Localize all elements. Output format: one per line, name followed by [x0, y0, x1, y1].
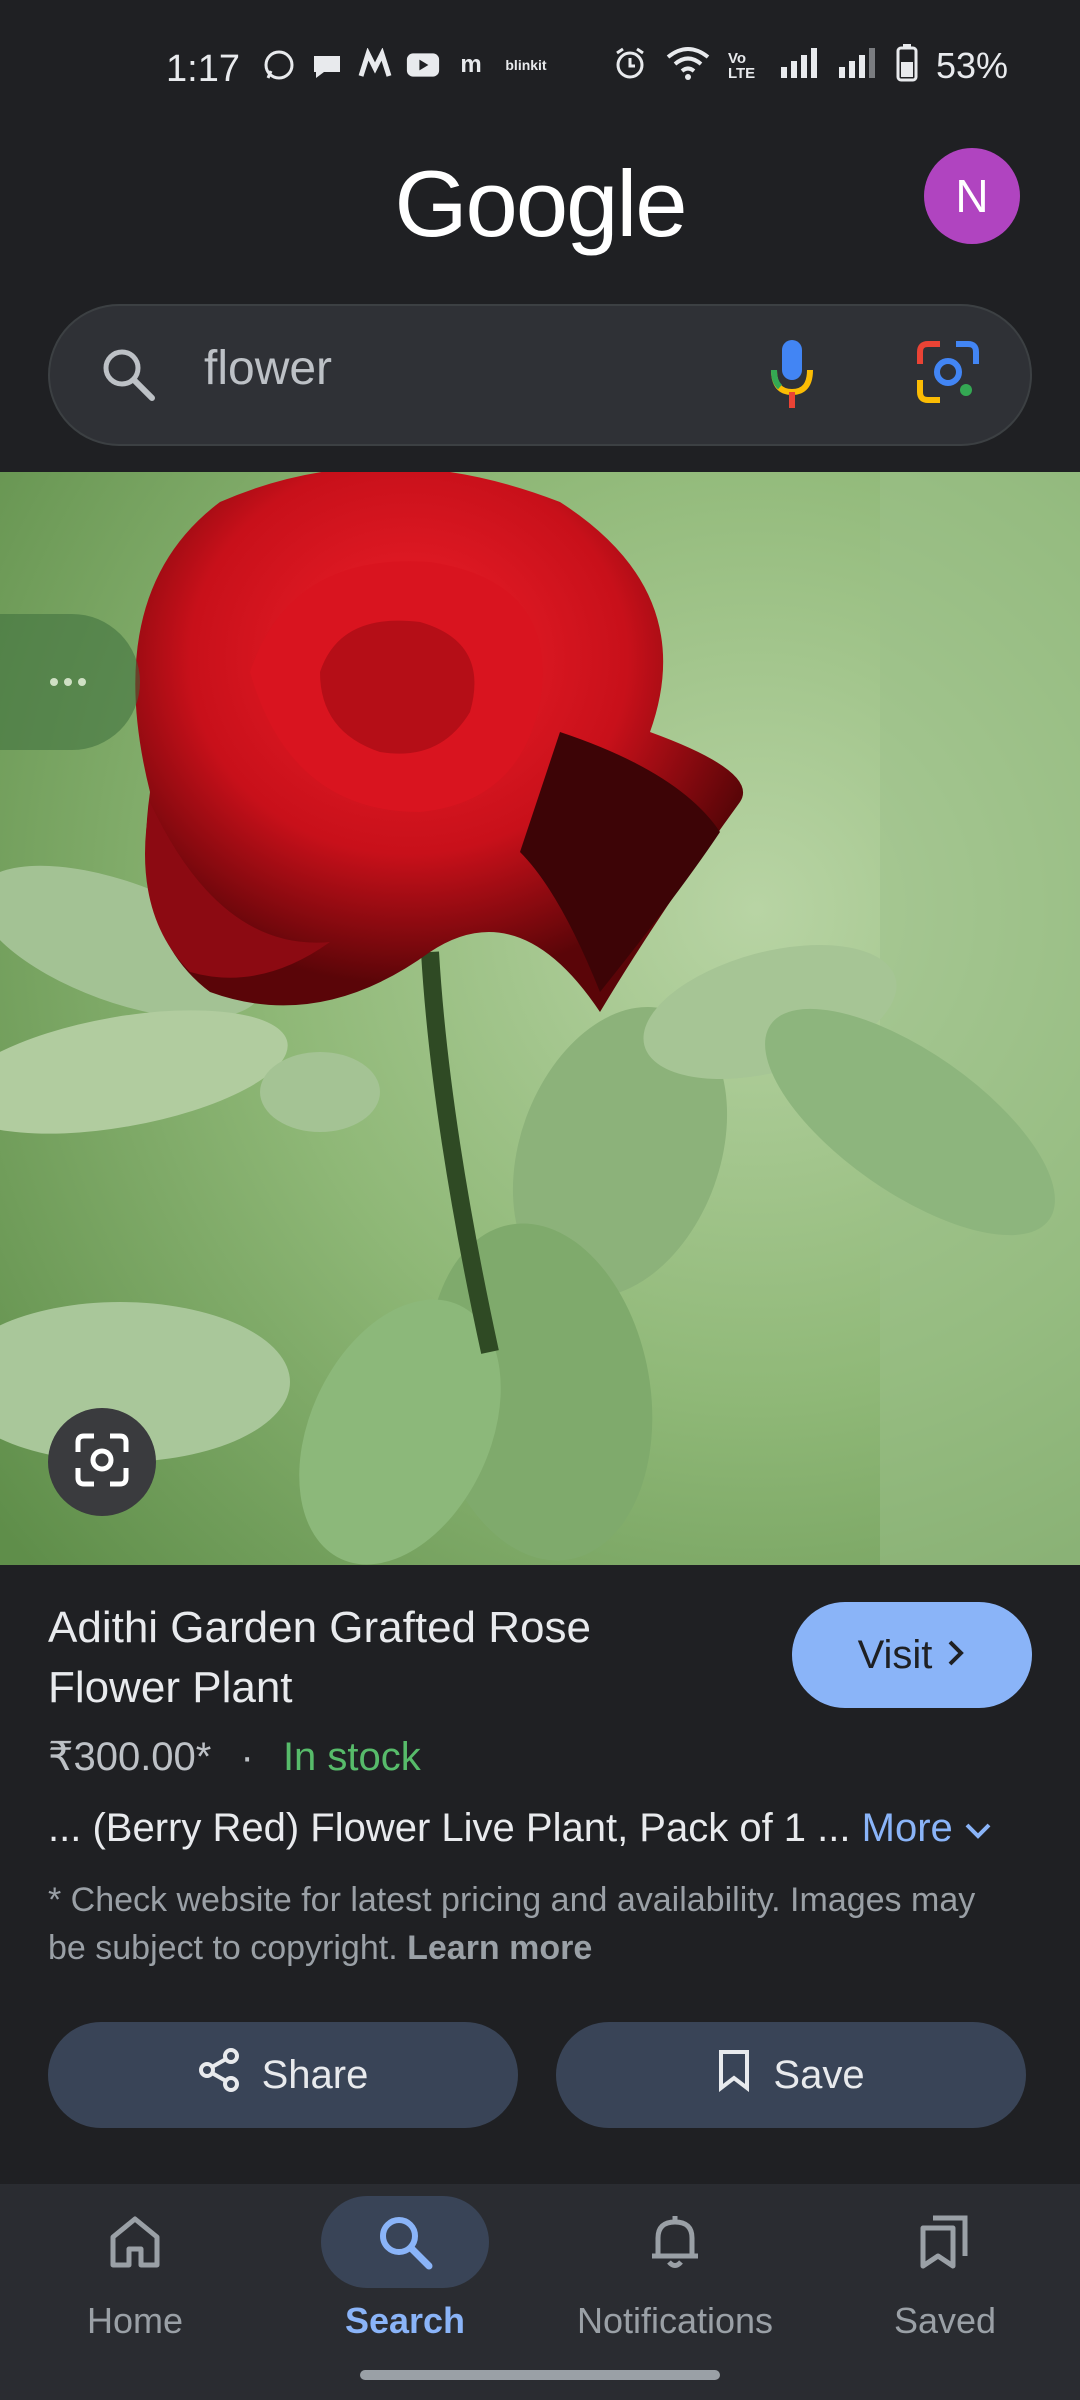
search-input[interactable]: [202, 340, 806, 397]
signal-icon: [780, 47, 820, 84]
battery-percent: 53%: [935, 44, 1008, 86]
nav-home-label: Home: [86, 2300, 184, 2341]
bottom-navigation: Home Search Notifications Saved: [0, 2184, 1080, 2400]
nav-search[interactable]: Search: [270, 2184, 540, 2400]
product-image[interactable]: [0, 472, 1080, 1565]
image-more-chip[interactable]: [0, 614, 140, 750]
google-lens-icon[interactable]: [916, 340, 980, 409]
google-logo[interactable]: Google: [0, 150, 1080, 258]
search-icon: [321, 2196, 489, 2288]
learn-more-link[interactable]: Learn more: [407, 1929, 592, 1967]
stock-status: In stock: [282, 1735, 421, 1779]
share-icon: [198, 2048, 240, 2102]
status-indicators: Vo LTE 53%: [612, 44, 1008, 87]
nav-notifications-label: Notifications: [576, 2300, 774, 2341]
nav-saved[interactable]: Saved: [810, 2184, 1080, 2400]
share-label: Share: [261, 2052, 369, 2097]
whatsapp-icon: [262, 48, 296, 82]
bell-icon: [591, 2196, 759, 2288]
more-link[interactable]: More: [862, 1806, 992, 1850]
nav-search-label: Search: [344, 2300, 466, 2341]
separator-dot: ·: [240, 1735, 254, 1779]
bookmark-icon: [717, 2048, 751, 2102]
battery-icon: [896, 44, 918, 87]
chevron-down-icon: [964, 1806, 992, 1850]
nav-saved-label: Saved: [893, 2300, 997, 2341]
chat-bubble-icon: [310, 48, 344, 82]
wifi-icon: [666, 45, 710, 86]
nav-home[interactable]: Home: [0, 2184, 270, 2400]
price-row: ₹300.00* · In stock: [48, 1734, 421, 1780]
m-app-icon: m: [460, 51, 482, 78]
bookmarks-icon: [861, 2196, 1029, 2288]
nav-notifications[interactable]: Notifications: [540, 2184, 810, 2400]
account-avatar[interactable]: N: [924, 148, 1020, 244]
mic-icon[interactable]: [770, 338, 814, 419]
more-dots-icon: [48, 662, 88, 707]
disclaimer: * Check website for latest pricing and a…: [48, 1876, 998, 1972]
search-bar[interactable]: [48, 304, 1032, 446]
more-label: More: [861, 1806, 953, 1850]
visit-button[interactable]: Visit: [792, 1602, 1032, 1708]
description-text: ... (Berry Red) Flower Live Plant, Pack …: [48, 1806, 851, 1850]
home-icon: [51, 2196, 219, 2288]
price: ₹300.00*: [48, 1735, 212, 1779]
status-bar: 1:17 m blinkit Vo LTE 53%: [0, 0, 1080, 140]
blinkit-icon: blinkit: [505, 57, 547, 73]
share-button[interactable]: Share: [48, 2022, 518, 2128]
product-title[interactable]: Adithi Garden Grafted Rose Flower Plant: [48, 1598, 728, 1718]
search-icon: [100, 346, 156, 407]
status-app-icons: m blinkit: [262, 48, 550, 82]
m-logo-icon: [358, 48, 392, 82]
product-description: ... (Berry Red) Flower Live Plant, Pack …: [48, 1806, 1034, 1851]
save-button[interactable]: Save: [556, 2022, 1026, 2128]
home-indicator[interactable]: [360, 2370, 720, 2380]
volte-icon: Vo LTE: [727, 49, 756, 82]
signal-icon-2: [838, 47, 878, 84]
alarm-icon: [612, 45, 648, 86]
lens-search-button[interactable]: [48, 1408, 156, 1516]
status-time: 1:17: [166, 48, 240, 90]
visit-label: Visit: [857, 1632, 933, 1677]
youtube-icon: [406, 48, 440, 82]
chevron-right-icon: [946, 1633, 966, 1678]
save-label: Save: [773, 2052, 865, 2097]
lens-icon: [74, 1432, 130, 1493]
